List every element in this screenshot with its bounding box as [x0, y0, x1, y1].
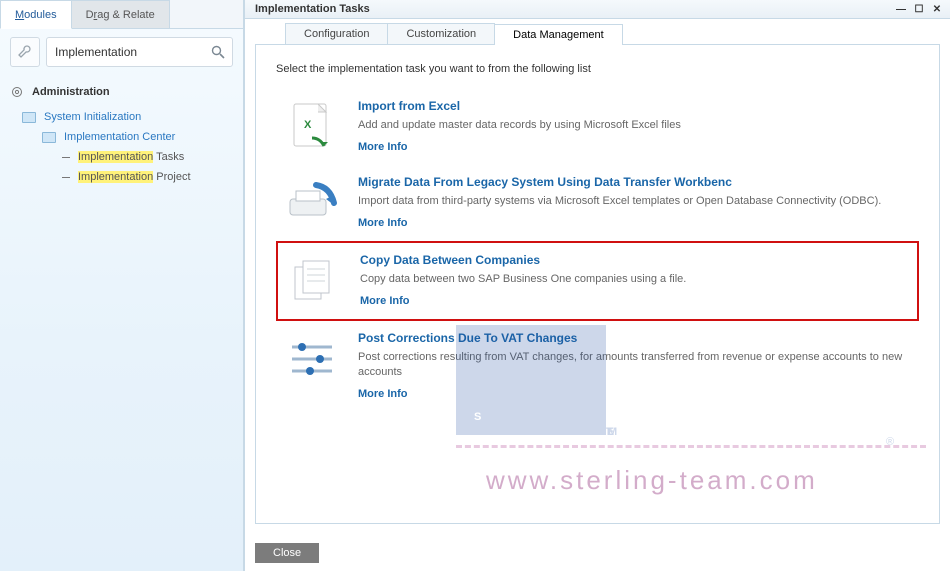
close-window-button[interactable]: ✕ [930, 3, 944, 15]
task-title: Copy Data Between Companies [360, 253, 686, 267]
subtab-data-management[interactable]: Data Management [494, 24, 623, 45]
excel-file-icon: X [282, 99, 342, 155]
printer-transfer-icon [282, 175, 342, 231]
gear-outline-icon [10, 85, 24, 99]
admin-header[interactable]: Administration [0, 75, 243, 105]
documents-copy-icon [284, 253, 344, 309]
svg-text:S: S [474, 411, 481, 423]
svg-text:X: X [304, 119, 312, 131]
svg-text:TEM: TEM [606, 426, 617, 438]
tree-label: Implementation Center [64, 131, 175, 143]
minimize-button[interactable]: — [894, 3, 908, 15]
task-title: Import from Excel [358, 99, 681, 113]
tree-implementation-tasks[interactable]: Implementation Tasks [4, 147, 243, 167]
task-migrate-data[interactable]: Migrate Data From Legacy System Using Da… [276, 165, 919, 241]
task-desc: Copy data between two SAP Business One c… [360, 272, 686, 287]
tree-implementation-center[interactable]: Implementation Center [4, 127, 243, 147]
tools-button[interactable] [10, 37, 40, 67]
tree-implementation-project[interactable]: Implementation Project [4, 167, 243, 187]
window-titlebar: Implementation Tasks — ☐ ✕ [245, 0, 950, 19]
search-field[interactable] [46, 37, 233, 67]
close-button[interactable]: Close [255, 543, 319, 563]
content-frame: Select the implementation task you want … [255, 44, 940, 524]
tree-label: Implementation Tasks [78, 151, 184, 163]
panel-footer: Close [245, 535, 950, 571]
search-icon[interactable] [210, 44, 226, 60]
task-import-excel[interactable]: X Import from Excel Add and update maste… [276, 89, 919, 165]
dash-icon [62, 157, 70, 158]
task-vat-corrections[interactable]: Post Corrections Due To VAT Changes Post… [276, 321, 919, 410]
task-desc: Post corrections resulting from VAT chan… [358, 350, 913, 380]
sliders-icon [282, 331, 342, 387]
sub-tabs: Configuration Customization Data Managem… [285, 23, 950, 44]
subtab-configuration[interactable]: Configuration [285, 23, 388, 44]
subtab-customization[interactable]: Customization [387, 23, 495, 44]
task-desc: Import data from third-party systems via… [358, 194, 881, 209]
task-title: Migrate Data From Legacy System Using Da… [358, 175, 881, 189]
dash-icon [62, 177, 70, 178]
tab-drag-relate[interactable]: Drag & Relate [71, 0, 170, 28]
more-info-link[interactable]: More Info [358, 388, 913, 400]
tab-modules[interactable]: Modules [0, 0, 72, 29]
task-copy-data-highlighted[interactable]: Copy Data Between Companies Copy data be… [276, 241, 919, 321]
sidebar: Modules Drag & Relate [0, 0, 244, 571]
search-input[interactable] [55, 45, 224, 59]
window-title: Implementation Tasks [255, 3, 370, 15]
folder-icon [42, 132, 56, 143]
more-info-link[interactable]: More Info [358, 141, 681, 153]
watermark-divider [456, 445, 926, 448]
sidebar-tabs: Modules Drag & Relate [0, 0, 243, 29]
watermark-url: www.sterling-team.com [486, 465, 818, 496]
main-panel: Implementation Tasks — ☐ ✕ Configuration… [244, 0, 950, 571]
maximize-button[interactable]: ☐ [912, 3, 926, 15]
intro-text: Select the implementation task you want … [276, 63, 919, 75]
tree-label: Implementation Project [78, 171, 191, 183]
more-info-link[interactable]: More Info [358, 217, 881, 229]
folder-icon [22, 112, 36, 123]
task-title: Post Corrections Due To VAT Changes [358, 331, 913, 345]
more-info-link[interactable]: More Info [360, 295, 686, 307]
tree-label: System Initialization [44, 111, 141, 123]
svg-text:®: ® [886, 436, 894, 448]
admin-label: Administration [32, 86, 110, 98]
tree-system-initialization[interactable]: System Initialization [4, 107, 243, 127]
nav-tree: System Initialization Implementation Cen… [0, 105, 243, 187]
wrench-icon [17, 44, 33, 60]
task-desc: Add and update master data records by us… [358, 118, 681, 133]
